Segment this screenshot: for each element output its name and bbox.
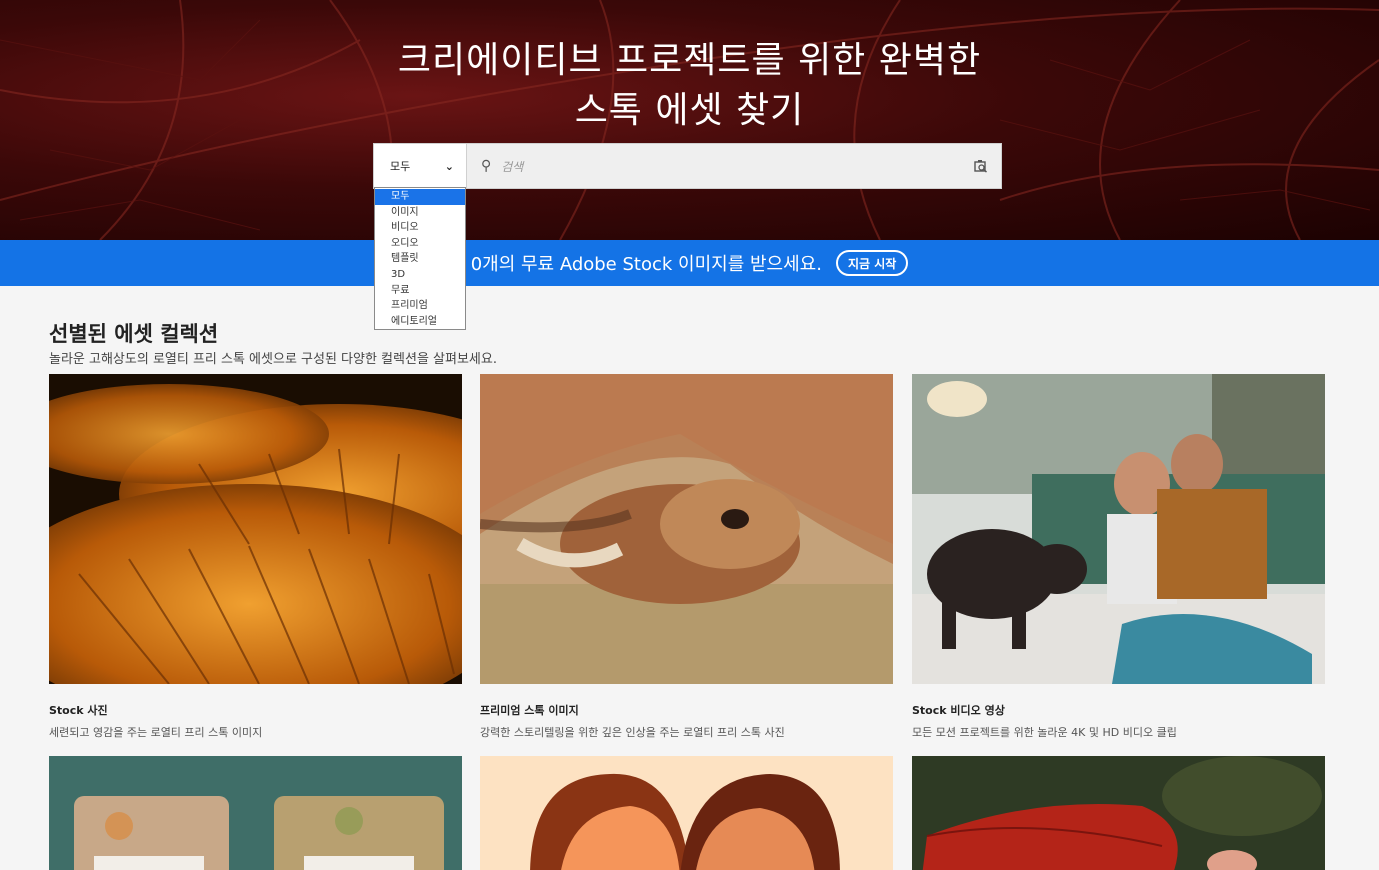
category-select[interactable]: 모두 ⌄ [374,144,467,188]
illustration-faces[interactable] [480,756,893,870]
section-subtitle: 놀라운 고해상도의 로열티 프리 스톡 에셋으로 구성된 다양한 컬렉션을 살펴… [49,352,497,367]
search-placeholder: 검색 [501,159,524,174]
dropdown-option[interactable]: 무료 [375,283,465,299]
collection-card[interactable]: Stock 비디오 영상 모든 모션 프로젝트를 위한 놀라운 4K 및 HD … [912,374,1325,740]
dropdown-option[interactable]: 비디오 [375,220,465,236]
promo-text: 0개의 무료 Adobe Stock 이미지를 받으세요. [470,254,822,275]
dropdown-option[interactable]: 모두 [375,189,465,205]
hero-banner: 크리에이티브 프로젝트를 위한 완벽한 스톡 에셋 찾기 모두 ⌄ ⚲ 검색 [0,0,1379,240]
category-dropdown-list: 모두 이미지 비디오 오디오 템플릿 3D 무료 프리미엄 에디토리얼 [374,187,466,330]
collection-card[interactable]: 프리미엄 스톡 이미지 강력한 스토리텔링을 위한 깊은 인상을 주는 로열티 … [480,374,893,740]
mushroom-photo[interactable] [49,374,462,684]
sleeping-dog-photo[interactable] [480,374,893,684]
card-description: 세련되고 영감을 주는 로열티 프리 스톡 이미지 [49,726,263,739]
card-title: Stock 사진 [49,704,108,717]
camera-search-icon [974,160,987,173]
card-title: Stock 비디오 영상 [912,704,1005,717]
hero-title-line2: 스톡 에셋 찾기 [574,90,805,131]
promo-banner: 0개의 무료 Adobe Stock 이미지를 받으세요. 지금 시작 [0,240,1379,286]
card-description: 강력한 스토리텔링을 위한 깊은 인상을 주는 로열티 프리 스톡 사진 [480,726,785,739]
chevron-down-icon: ⌄ [444,159,454,173]
dropdown-option[interactable]: 프리미엄 [375,298,465,314]
category-select-value: 모두 [390,160,411,173]
visual-search-button[interactable] [961,144,1001,188]
collection-card[interactable]: Stock 사진 세련되고 영감을 주는 로열티 프리 스톡 이미지 [49,374,462,740]
dropdown-option[interactable]: 3D [375,267,465,283]
hero-title-line1: 크리에이티브 프로젝트를 위한 완벽한 [397,40,982,81]
men-with-dog-photo[interactable] [912,374,1325,684]
start-now-button[interactable]: 지금 시작 [835,250,909,276]
dropdown-option[interactable]: 오디오 [375,236,465,252]
dropdown-option[interactable]: 에디토리얼 [375,314,465,330]
hero-title: 크리에이티브 프로젝트를 위한 완벽한 스톡 에셋 찾기 [0,36,1379,136]
search-bar: 모두 ⌄ ⚲ 검색 [373,143,1002,189]
search-icon: ⚲ [481,158,492,174]
packaging-photo[interactable] [49,756,462,870]
card-title: 프리미엄 스톡 이미지 [480,704,579,717]
dropdown-option[interactable]: 이미지 [375,205,465,221]
red-leaf-photo[interactable] [912,756,1325,870]
dropdown-option[interactable]: 템플릿 [375,251,465,267]
search-input[interactable]: ⚲ 검색 [467,144,961,188]
section-title: 선별된 에셋 컬렉션 [49,322,219,346]
card-description: 모든 모션 프로젝트를 위한 놀라운 4K 및 HD 비디오 클립 [912,726,1177,739]
